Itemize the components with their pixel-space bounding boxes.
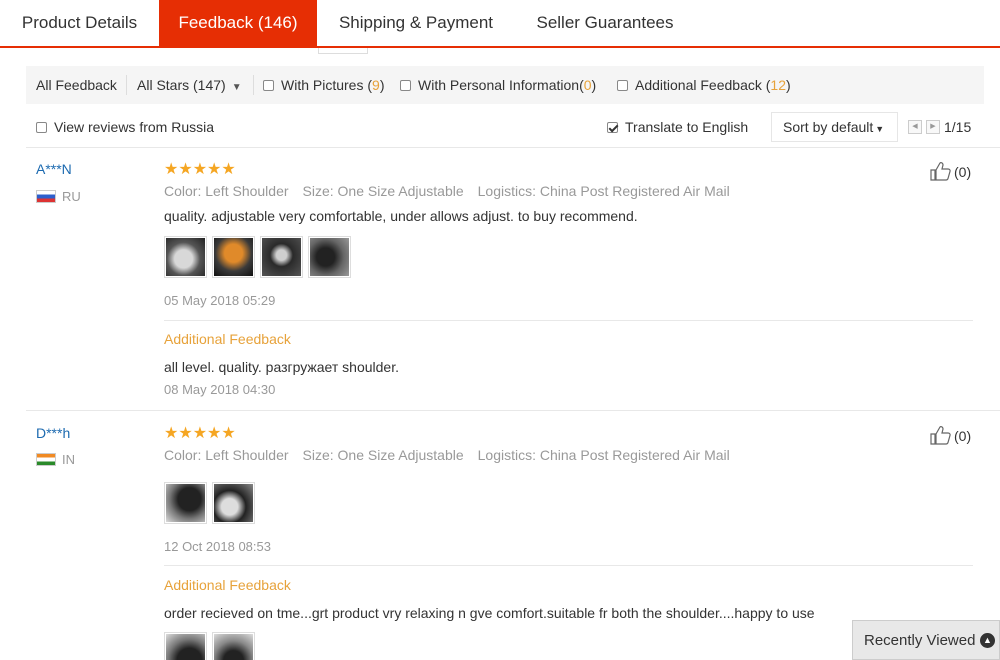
additional-feedback-label: Additional Feedback	[164, 331, 291, 347]
filter-with-personal-info[interactable]: With Personal Information(0)	[400, 66, 596, 104]
photo-thumbnail	[166, 484, 205, 522]
filter-additional-feedback[interactable]: Additional Feedback (12)	[617, 66, 791, 104]
review-photo[interactable]	[212, 482, 255, 524]
review-photo[interactable]	[164, 632, 207, 660]
india-flag-icon	[36, 453, 56, 466]
review-photo[interactable]	[212, 632, 255, 660]
photo-thumbnail	[310, 238, 349, 276]
order-attributes: Color: Left Shoulder Size: One Size Adjus…	[164, 447, 744, 463]
order-attributes: Color: Left Shoulder Size: One Size Adjus…	[164, 183, 744, 199]
checkbox[interactable]	[263, 80, 274, 91]
recently-viewed-panel[interactable]: Recently Viewed ▲	[852, 620, 1000, 660]
tab-feedback[interactable]: Feedback (146)	[159, 0, 317, 46]
russia-flag-icon	[36, 190, 56, 203]
helpful-count: (0)	[954, 164, 972, 180]
review-photo[interactable]	[212, 236, 255, 278]
page-indicator: 1/15	[944, 119, 972, 135]
photo-thumbnail	[166, 634, 205, 660]
feedback-toolbar: View reviews from Russia Translate to En…	[26, 108, 984, 146]
review-photo[interactable]	[260, 236, 303, 278]
tab-shipping-payment[interactable]: Shipping & Payment	[317, 0, 515, 46]
next-page-button[interactable]: ▶	[926, 120, 940, 134]
checkbox[interactable]	[36, 122, 47, 133]
helpful-button[interactable]: (0)	[930, 161, 971, 181]
attr-logistics: Logistics: China Post Registered Air Mai…	[477, 447, 730, 463]
reviewer-country: IN	[62, 452, 75, 467]
prev-page-button[interactable]: ◀	[908, 120, 922, 134]
checkbox[interactable]	[400, 80, 411, 91]
chevron-up-icon[interactable]: ▲	[980, 633, 995, 648]
attr-size: Size: One Size Adjustable	[302, 447, 464, 463]
review-date: 05 May 2018 05:29	[164, 293, 276, 308]
view-reviews-russia-option[interactable]: View reviews from Russia	[36, 108, 214, 146]
review-photo[interactable]	[308, 236, 351, 278]
additional-label: Additional Feedback (	[635, 77, 771, 93]
close-paren: )	[379, 77, 385, 93]
view-russia-label: View reviews from Russia	[54, 119, 215, 135]
with-pictures-label: With Pictures (	[281, 77, 373, 93]
tab-product-details[interactable]: Product Details	[0, 0, 159, 46]
all-stars-label: All Stars (147)	[137, 77, 226, 93]
photo-thumbnail	[214, 634, 253, 660]
close-paren: )	[786, 77, 791, 93]
filter-with-pictures[interactable]: With Pictures (9)	[263, 66, 384, 104]
photo-thumbnail	[262, 238, 301, 276]
reviewer-name[interactable]: D***h	[36, 425, 70, 441]
divider	[26, 147, 1000, 148]
additional-feedback-text: order recieved on tme...grt product vry …	[164, 605, 815, 621]
photo-thumbnail	[214, 484, 253, 522]
divider	[253, 75, 254, 95]
chevron-down-icon: ▼	[231, 82, 242, 93]
additional-feedback-date: 08 May 2018 04:30	[164, 382, 276, 397]
product-tabs: Product Details Feedback (146) Shipping …	[0, 0, 1000, 48]
attr-color: Color: Left Shoulder	[164, 447, 289, 463]
divider	[164, 320, 973, 321]
reviewer-country: RU	[62, 189, 81, 204]
divider	[26, 410, 1000, 411]
chevron-down-icon: ▼	[875, 124, 885, 134]
additional-count: 12	[770, 77, 786, 93]
sort-label: Sort by default	[783, 119, 874, 135]
recently-viewed-label: Recently Viewed	[864, 632, 976, 649]
attr-color: Color: Left Shoulder	[164, 183, 289, 199]
thumbs-up-icon	[930, 426, 951, 445]
with-personal-count: 0	[583, 77, 592, 93]
filter-all-feedback[interactable]: All Feedback	[36, 66, 117, 104]
with-pictures-count: 9	[372, 77, 380, 93]
translate-label: Translate to English	[625, 119, 749, 135]
divider	[126, 75, 127, 95]
additional-feedback-text: all level. quality. разгружает shoulder.	[164, 359, 399, 375]
filter-all-stars-dropdown[interactable]: All Stars (147) ▼	[137, 66, 242, 104]
star-rating: ★★★★★	[164, 161, 236, 178]
tab-seller-guarantees[interactable]: Seller Guarantees	[515, 0, 695, 46]
review-photo[interactable]	[164, 236, 207, 278]
helpful-count: (0)	[954, 428, 972, 444]
star-rating: ★★★★★	[164, 425, 236, 442]
review-date: 12 Oct 2018 08:53	[164, 539, 271, 554]
with-personal-label: With Personal Information(	[418, 77, 584, 93]
photo-thumbnail	[214, 238, 253, 276]
photo-thumbnail	[166, 238, 205, 276]
attr-logistics: Logistics: China Post Registered Air Mai…	[477, 183, 730, 199]
review-photo[interactable]	[164, 482, 207, 524]
reviewer-name[interactable]: A***N	[36, 161, 72, 177]
sort-dropdown[interactable]: Sort by default ▼	[771, 112, 898, 142]
close-paren: )	[591, 77, 597, 93]
attr-size: Size: One Size Adjustable	[302, 183, 464, 199]
divider	[164, 565, 973, 566]
thumbs-up-icon	[930, 162, 951, 181]
tab-notch	[318, 48, 368, 54]
translate-english-option[interactable]: Translate to English	[607, 108, 748, 146]
checkbox-checked[interactable]	[607, 122, 618, 133]
helpful-button[interactable]: (0)	[930, 425, 971, 445]
feedback-filter-bar: All Feedback All Stars (147) ▼ With Pictu…	[26, 66, 984, 104]
checkbox[interactable]	[617, 80, 628, 91]
additional-feedback-label: Additional Feedback	[164, 577, 291, 593]
review-text: quality. adjustable very comfortable, un…	[164, 208, 638, 224]
